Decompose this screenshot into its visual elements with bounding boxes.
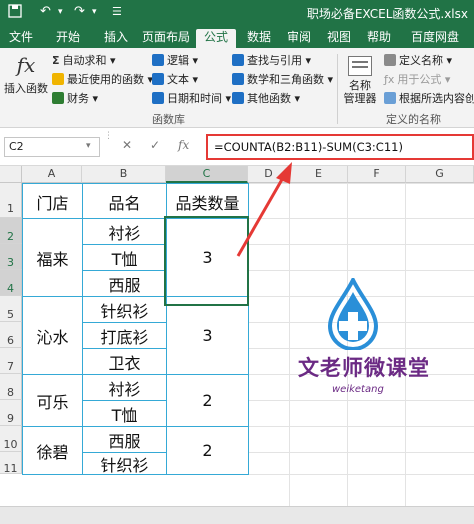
watermark-title: 文老师微课堂	[298, 356, 430, 380]
sheet-tab-bar	[0, 506, 474, 524]
water-drop-logo-icon	[327, 278, 379, 350]
annotation-arrow	[236, 162, 292, 257]
watermark-subtitle: weiketang	[332, 384, 384, 395]
